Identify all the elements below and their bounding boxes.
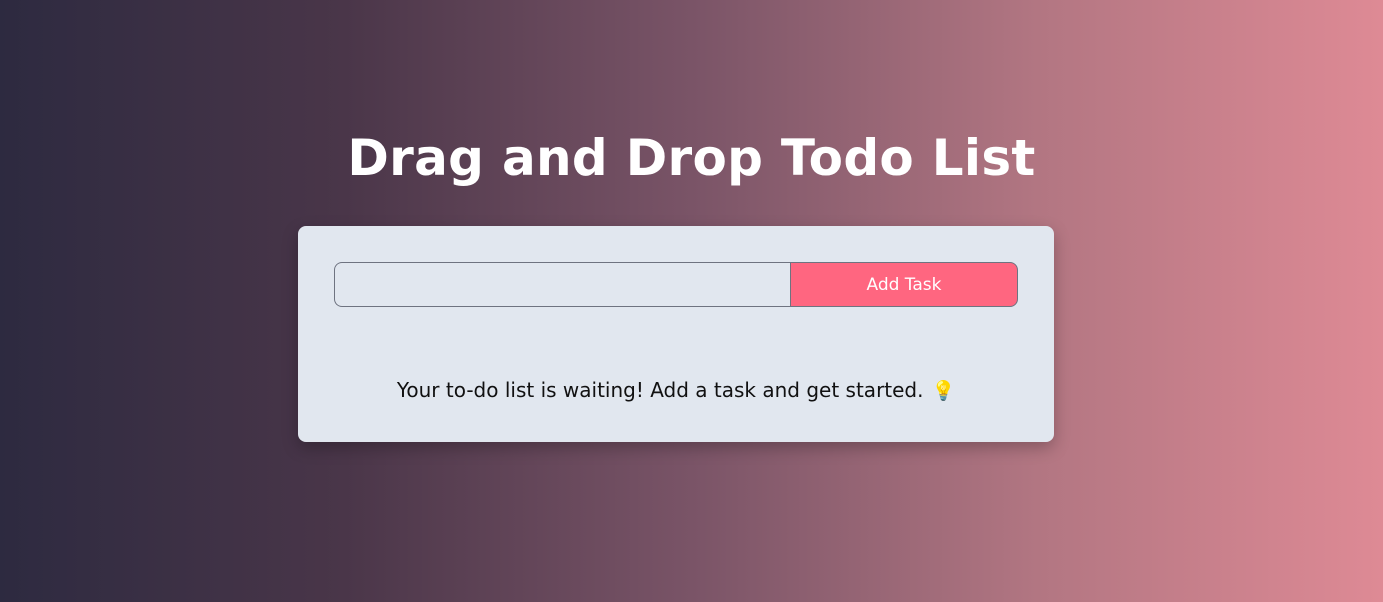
todo-card: Add Task Your to-do list is waiting! Add… — [298, 226, 1054, 442]
empty-state-text: Your to-do list is waiting! Add a task a… — [396, 378, 924, 402]
lightbulb-icon: 💡 — [931, 380, 956, 402]
add-task-button[interactable]: Add Task — [790, 262, 1018, 307]
page-title: Drag and Drop Todo List — [347, 129, 1036, 187]
add-task-form: Add Task — [334, 262, 1018, 307]
task-input[interactable] — [334, 262, 790, 307]
empty-state-message: Your to-do list is waiting! Add a task a… — [298, 376, 1054, 405]
